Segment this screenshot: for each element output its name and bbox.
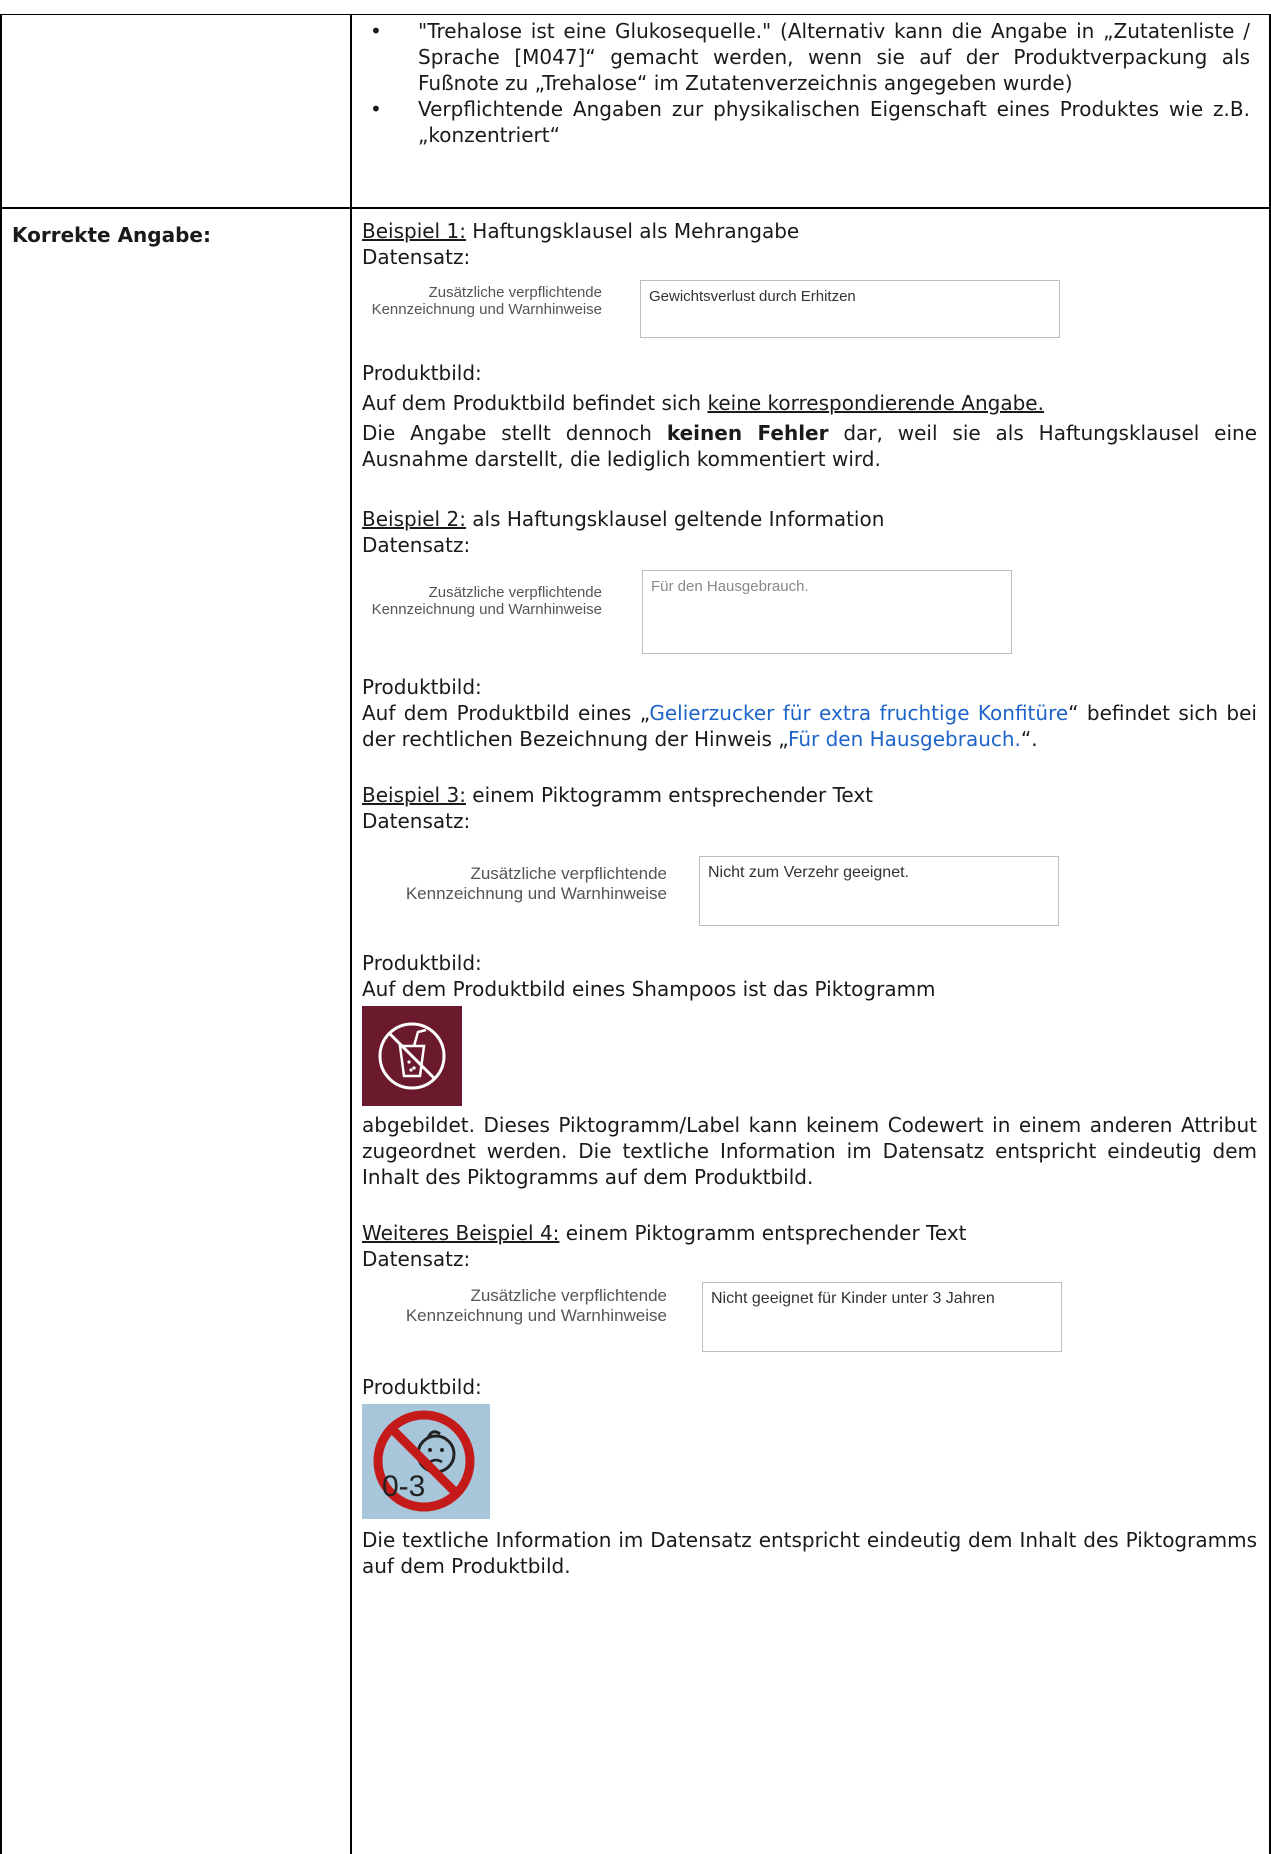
table-column-divider xyxy=(350,14,352,1854)
example-1-line-1: Auf dem Produktbild befindet sich keine … xyxy=(362,391,1044,415)
table-row-divider xyxy=(0,207,1271,209)
example-1-title: Beispiel 1: Haftungsklausel als Mehranga… xyxy=(362,219,800,243)
not-for-children-under-3-pictogram-icon: 0-3 xyxy=(362,1404,490,1519)
produktbild-label: Produktbild: xyxy=(362,1375,482,1399)
table-left-border xyxy=(0,14,2,1854)
bullet-item: "Trehalose ist eine Glukosequelle." (Alt… xyxy=(370,18,1250,96)
examples-content: Beispiel 1: Haftungsklausel als Mehranga… xyxy=(362,218,1257,1579)
produktbild-label: Produktbild: xyxy=(362,361,482,385)
dataset-field: Zusätzliche verpflichtende Kennzeichnung… xyxy=(362,1280,1257,1364)
section-label: Korrekte Angabe: xyxy=(12,223,211,247)
example-3-title: Beispiel 3: einem Piktogramm entsprechen… xyxy=(362,783,874,807)
field-label: Zusätzliche verpflichtende Kennzeichnung… xyxy=(371,284,602,319)
field-label: Zusätzliche verpflichtende Kennzeichnung… xyxy=(371,584,602,619)
table-top-border xyxy=(0,14,1271,15)
example-2-paragraph: Auf dem Produktbild eines „Gelierzucker … xyxy=(362,701,1257,751)
datensatz-label: Datensatz: xyxy=(362,809,471,833)
bullet-item: Verpflichtende Angaben zur physikalische… xyxy=(370,96,1250,148)
field-value-box: Für den Hausgebrauch. xyxy=(642,570,1012,654)
produktbild-label: Produktbild: xyxy=(362,951,482,975)
example-2-title: Beispiel 2: als Haftungsklausel geltende… xyxy=(362,507,885,531)
example-3-line-2: abgebildet. Dieses Piktogramm/Label kann… xyxy=(362,1113,1257,1189)
field-value-box: Gewichtsverlust durch Erhitzen xyxy=(640,280,1060,338)
no-drinking-pictogram-icon xyxy=(362,1006,462,1106)
datensatz-label: Datensatz: xyxy=(362,245,471,269)
datensatz-label: Datensatz: xyxy=(362,533,471,557)
dataset-field: Zusätzliche verpflichtende Kennzeichnung… xyxy=(362,278,1257,350)
field-label: Zusätzliche verpflichtende Kennzeichnung… xyxy=(405,864,667,903)
field-value-box: Nicht geeignet für Kinder unter 3 Jahren xyxy=(702,1282,1062,1352)
field-label: Zusätzliche verpflichtende Kennzeichnung… xyxy=(405,1286,667,1325)
example-3-line-1: Auf dem Produktbild eines Shampoos ist d… xyxy=(362,977,936,1001)
example-4-title: Weiteres Beispiel 4: einem Piktogramm en… xyxy=(362,1221,967,1245)
produktbild-label: Produktbild: xyxy=(362,675,482,699)
dataset-field: Zusätzliche verpflichtende Kennzeichnung… xyxy=(362,566,1257,664)
pictogram-age-label: 0-3 xyxy=(382,1470,425,1503)
datensatz-label: Datensatz: xyxy=(362,1247,471,1271)
field-value-box: Nicht zum Verzehr geeignet. xyxy=(699,856,1059,926)
document-page: "Trehalose ist eine Glukosequelle." (Alt… xyxy=(0,0,1271,1854)
dataset-field: Zusätzliche verpflichtende Kennzeichnung… xyxy=(362,842,1257,940)
example-bullet-list: "Trehalose ist eine Glukosequelle." (Alt… xyxy=(370,18,1250,148)
example-4-line-1: Die textliche Information im Datensatz e… xyxy=(362,1528,1257,1578)
example-1-line-2: Die Angabe stellt dennoch keinen Fehler … xyxy=(362,421,1258,471)
